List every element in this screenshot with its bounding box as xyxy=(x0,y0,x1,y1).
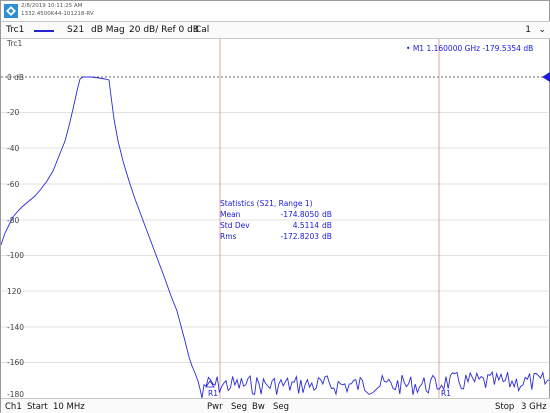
y-label-40: -40 xyxy=(7,144,19,153)
stat-value-rms: -172.8203 xyxy=(281,232,320,241)
range-label-start: R1 xyxy=(208,389,218,398)
channel-label[interactable]: Ch1 xyxy=(5,402,22,412)
trace-parameter[interactable]: S21 xyxy=(67,25,84,35)
chevron-down-icon[interactable]: ⌄ xyxy=(538,25,546,35)
y-label-ref: Trc1 xyxy=(6,39,23,48)
y-label-100: -100 xyxy=(7,251,24,260)
stop-frequency[interactable]: 3 GHz xyxy=(521,402,547,412)
trace-format[interactable]: dB Mag xyxy=(91,25,125,35)
device-serial: 1332.4500K44-101218-RV xyxy=(21,11,94,17)
y-label-20: -20 xyxy=(7,108,19,117)
segment-softkey-2[interactable]: Seg xyxy=(273,402,289,412)
stat-value-stddev: 4.5114 xyxy=(293,221,319,230)
y-label-120: 120 xyxy=(7,287,22,296)
statistics-title: Statistics (S21, Range 1) xyxy=(220,199,313,208)
y-label-0: 0 dB xyxy=(7,73,24,82)
channel-number[interactable]: 1 xyxy=(525,25,531,35)
grid-lines xyxy=(1,112,550,363)
stat-value-mean: -174.8050 xyxy=(281,210,320,219)
marker-freq: 1.160000 xyxy=(426,44,462,53)
trace-name[interactable]: Trc1 xyxy=(6,25,24,35)
rohde-schwarz-logo xyxy=(4,4,18,18)
segment-softkey[interactable]: Seg xyxy=(231,402,247,412)
calibration-status[interactable]: Cal xyxy=(195,25,209,35)
trace-scale[interactable]: 20 dB/ Ref 0 dB xyxy=(129,25,199,35)
bandwidth-softkey[interactable]: Bw xyxy=(252,402,265,412)
marker-freq-unit: GHz xyxy=(465,44,480,53)
marker-value-unit: dB xyxy=(523,44,533,53)
s21-trace xyxy=(1,76,550,398)
stat-label-stddev: Std Dev xyxy=(220,221,250,230)
stop-label[interactable]: Stop xyxy=(495,402,514,412)
stat-label-rms: Rms xyxy=(220,232,237,241)
y-label-60: -60 xyxy=(7,180,19,189)
timestamp: 2/8/2019 10:11:25 AM xyxy=(21,3,83,9)
trace-info-bar: Trc1 S21 dB Mag 20 dB/ Ref 0 dB Cal 1 ⌄ xyxy=(1,21,550,39)
stat-unit-mean: dB xyxy=(322,210,332,219)
trace-color-sample xyxy=(34,30,54,32)
start-label[interactable]: Start xyxy=(27,402,48,412)
stat-unit-stddev: dB xyxy=(322,221,332,230)
range-label-stop: R1 xyxy=(441,389,451,398)
marker-value: -179.5354 xyxy=(482,44,521,53)
start-frequency[interactable]: 10 MHz xyxy=(53,402,85,412)
marker-name: M1 xyxy=(413,44,424,53)
vna-screen: 2/8/2019 10:11:25 AM 1332.4500K44-101218… xyxy=(0,0,550,413)
y-label-140: -140 xyxy=(7,323,24,332)
y-label-180: -180 xyxy=(7,390,24,398)
channel-status-bar: Ch1 Start 10 MHz Pwr Seg Bw Seg Stop 3 G… xyxy=(1,398,550,413)
stat-unit-rms: dB xyxy=(322,232,332,241)
power-softkey[interactable]: Pwr xyxy=(207,402,223,412)
y-label-160: -160 xyxy=(7,358,24,367)
trace-diagram: Trc1 0 dB -20 -40 -60 -80 -100 120 -140 … xyxy=(1,39,550,398)
stat-label-mean: Mean xyxy=(220,210,241,219)
marker-readout[interactable]: • M1 1.160000 GHz -179.5354 dB xyxy=(406,44,533,53)
reference-arrow-icon[interactable] xyxy=(542,72,550,82)
marker-dot-icon: • xyxy=(406,44,413,53)
